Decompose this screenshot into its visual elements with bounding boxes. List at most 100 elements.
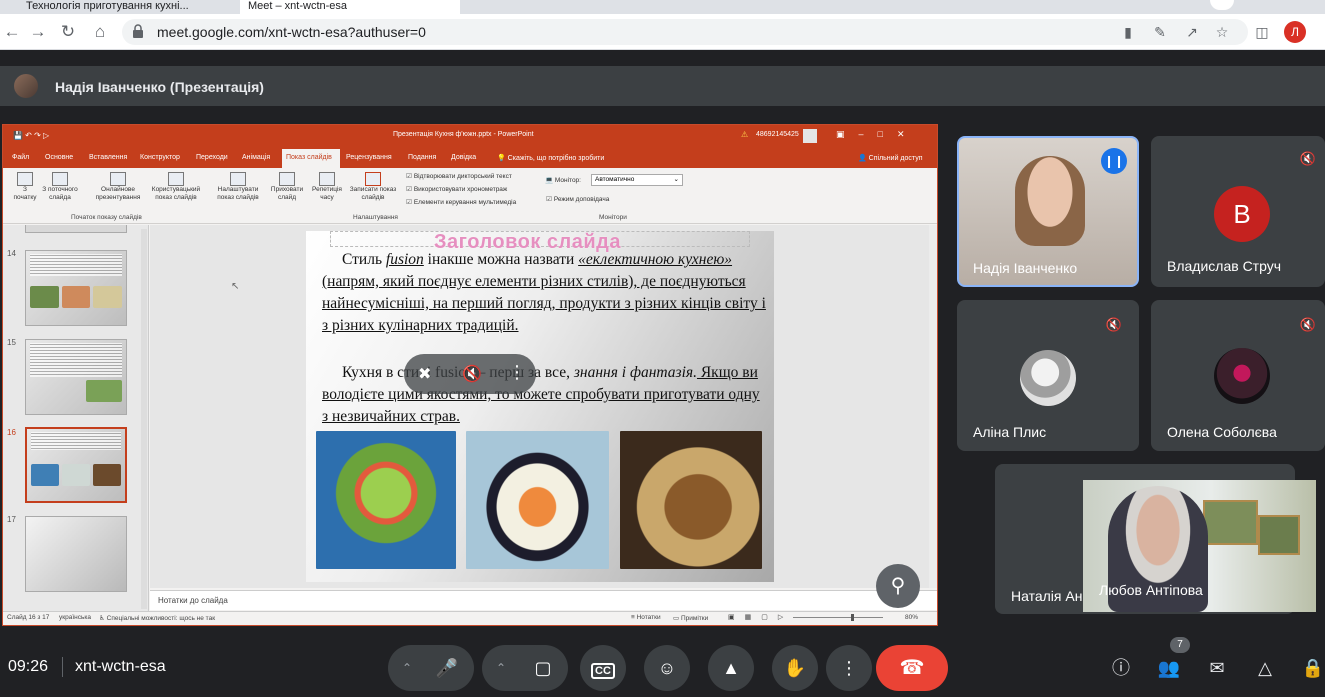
raise-hand-button[interactable]: ✋ [772, 645, 818, 691]
leave-call-button[interactable]: ☎ [876, 645, 948, 691]
browser-tab-active[interactable]: Meet – xnt-wctn-esa [240, 0, 460, 14]
camera-button[interactable]: ▢ [520, 645, 566, 691]
browser-tab[interactable]: Технологія приготування кухні... [18, 0, 218, 14]
presentation-hover-controls[interactable]: ✖ 🔇 ⋮ [404, 354, 536, 394]
zoom-slider-thumb[interactable] [851, 614, 854, 621]
people-button[interactable]: 👥 [1156, 655, 1182, 681]
magnifier-icon: ⚲ [890, 575, 906, 597]
share-button[interactable]: 👤 Спільний доступ [858, 154, 923, 162]
status-accessibility[interactable]: ♿ Спеціальні можливості: щось не так [99, 614, 215, 622]
slide-paragraph-1: Стиль fusion інакше можна назвати «еклек… [322, 249, 768, 337]
participant-tile-nadiia[interactable]: ❙❙ Надія Іванченко [957, 136, 1139, 287]
notes-pane[interactable]: Нотатки до слайда [150, 590, 937, 610]
participant-tile-alina[interactable]: 🔇 Аліна Плис [957, 300, 1139, 451]
rehearse-button[interactable]: Репетиція часу [309, 172, 345, 202]
tell-me-search[interactable]: 💡 Скажіть, що потрібно зробити [497, 154, 604, 162]
meeting-code[interactable]: xnt-wctn-esa [75, 658, 166, 676]
share-icon[interactable]: ↗ [1182, 22, 1202, 42]
mute-presentation-icon[interactable]: 🔇 [462, 364, 482, 384]
hide-slide-label: Приховати слайд [270, 186, 304, 201]
menu-transitions[interactable]: Переходи [196, 154, 228, 161]
emoji-icon: ☺ [657, 658, 677, 678]
camera-indicator-icon[interactable]: ▮ [1118, 22, 1138, 42]
url-text[interactable]: meet.google.com/xnt-wctn-esa?authuser=0 [157, 24, 426, 40]
present-screen-icon: ▲ [722, 658, 740, 678]
from-current-label: З поточного слайда [42, 186, 78, 201]
menu-slideshow[interactable]: Показ слайдів [286, 154, 332, 161]
bookmark-star-icon[interactable]: ☆ [1212, 22, 1232, 42]
window-controls: ▣–□✕ [836, 129, 919, 139]
participant-name: Владислав Струч [1167, 258, 1282, 274]
more-options-button[interactable]: ⋮ [826, 645, 872, 691]
setup-show-label: Налаштувати показ слайдів [217, 186, 259, 201]
thumbnail-13-partial[interactable] [25, 225, 127, 233]
from-current-button[interactable]: З поточного слайда [37, 172, 83, 202]
back-icon[interactable]: ← [2, 22, 22, 42]
pin-off-icon[interactable]: ✖ [418, 364, 431, 384]
activities-button[interactable]: △ [1252, 655, 1278, 681]
thumbnail-slide-17[interactable] [25, 516, 127, 592]
side-panel-icon[interactable]: ◫ [1252, 22, 1272, 42]
thumbnail-slide-14[interactable] [25, 250, 127, 326]
present-online-button[interactable]: Онлайнове презентування [87, 172, 149, 202]
menu-design[interactable]: Конструктор [140, 154, 180, 161]
speaking-indicator-icon: ❙❙ [1101, 148, 1127, 174]
lock-icon[interactable] [132, 24, 144, 38]
hide-slide-button[interactable]: Приховати слайд [267, 172, 307, 202]
present-button[interactable]: ▲ [708, 645, 754, 691]
captions-button[interactable]: CC [580, 645, 626, 691]
custom-show-label: Користувацький показ слайдів [151, 186, 201, 201]
translate-icon[interactable]: ✎ [1150, 22, 1170, 42]
thumbnail-scrollbar[interactable] [141, 229, 147, 609]
record-show-button[interactable]: Записати показ слайдів [345, 172, 401, 202]
status-notes-button[interactable]: ≡ Нотатки [631, 614, 661, 621]
emoji-reaction-button[interactable]: ☺ [644, 645, 690, 691]
menu-animation[interactable]: Анімація [242, 154, 270, 161]
hand-icon: ✋ [783, 658, 807, 678]
microphone-button[interactable]: 🎤 [424, 645, 470, 691]
chevron-up-icon[interactable]: ⌃ [392, 645, 422, 691]
participant-tile-olena[interactable]: 🔇 Олена Соболєва [1151, 300, 1325, 451]
record-show-label: Записати показ слайдів [349, 186, 397, 201]
profile-avatar[interactable]: Л [1284, 21, 1306, 43]
menu-insert[interactable]: Вставлення [89, 154, 127, 161]
zoom-in-button[interactable]: ⚲ [876, 564, 920, 608]
host-controls-button[interactable]: 🔒 [1300, 655, 1325, 681]
thumbnail-slide-15[interactable] [25, 339, 127, 415]
zoom-level[interactable]: 80% [905, 614, 918, 621]
mic-off-icon: 🔇 [1299, 317, 1317, 332]
media-controls-checkbox[interactable]: Елементи керування мультимедіа [406, 198, 516, 206]
forward-icon[interactable]: → [28, 22, 48, 42]
menu-view[interactable]: Подання [408, 154, 436, 161]
self-view-video[interactable]: Любов Антіпова [1083, 480, 1316, 612]
thumbnail-slide-16-selected[interactable] [25, 427, 127, 503]
editor-scrollbar[interactable] [929, 225, 937, 588]
menu-help[interactable]: Довідка [451, 154, 476, 161]
chevron-up-icon[interactable]: ⌃ [486, 645, 516, 691]
timings-checkbox[interactable]: Використовувати хронометраж [406, 185, 507, 193]
status-accessibility-text: Спеціальні можливості: щось не так [106, 615, 216, 622]
custom-show-button[interactable]: Користувацький показ слайдів [145, 172, 207, 202]
meeting-info-button[interactable]: ⓘ [1108, 655, 1134, 681]
more-options-icon[interactable]: ⋮ [508, 362, 526, 383]
setup-show-button[interactable]: Налаштувати показ слайдів [209, 172, 267, 202]
status-language[interactable]: українська [59, 614, 91, 621]
home-icon[interactable]: ⌂ [90, 22, 110, 42]
menu-home[interactable]: Основне [45, 154, 73, 161]
monitor-select[interactable]: Автоматично ⌄ [591, 174, 683, 186]
narration-checkbox[interactable]: Відтворювати дикторський текст [406, 172, 512, 180]
current-slide[interactable]: Заголовок слайда Стиль fusion інакше мож… [306, 231, 774, 582]
from-start-button[interactable]: З початку [11, 172, 39, 202]
presenter-view-checkbox[interactable]: Режим доповідача [546, 195, 610, 203]
status-comments-button[interactable]: ▭ Примітки [673, 614, 708, 622]
reload-icon[interactable]: ↻ [58, 22, 78, 42]
chat-button[interactable]: ✉ [1204, 655, 1230, 681]
menu-review[interactable]: Рецензування [346, 154, 392, 161]
participant-tile-vladyslav[interactable]: 🔇 В Владислав Струч [1151, 136, 1325, 287]
zoom-slider[interactable] [793, 617, 883, 618]
view-buttons[interactable]: ▣▦▢▷ [728, 613, 793, 621]
menu-file[interactable]: Файл [12, 154, 29, 161]
p1-quote: «еклектичною кухнею» [578, 251, 733, 268]
clock: 09:26 [8, 658, 49, 675]
group-setup-label: Налаштування [353, 214, 398, 221]
